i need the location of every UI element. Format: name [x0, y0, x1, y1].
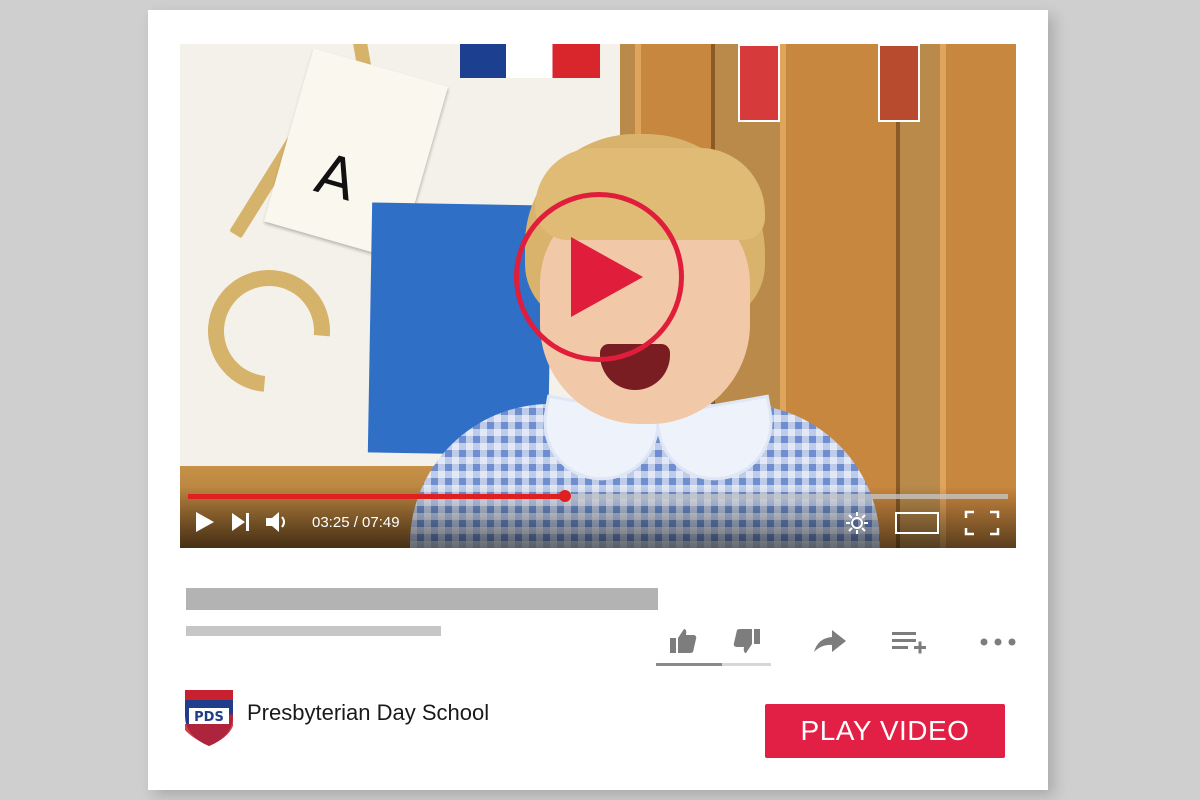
- player-controls: 03:25 / 07:49: [180, 486, 1016, 548]
- cubby-panel: [940, 44, 1016, 548]
- settings-gear-icon[interactable]: [844, 510, 870, 536]
- more-dots-icon[interactable]: [978, 626, 1020, 656]
- cubby-photo: [738, 44, 780, 122]
- channel-name[interactable]: Presbyterian Day School: [247, 700, 489, 726]
- video-title-placeholder: [186, 588, 658, 610]
- progress-bar[interactable]: [188, 490, 1008, 502]
- play-video-button[interactable]: PLAY VIDEO: [765, 704, 1005, 758]
- time-display: 03:25 / 07:49: [312, 514, 400, 531]
- like-ratio-fill: [656, 663, 722, 666]
- pds-logo[interactable]: PDS: [182, 686, 236, 748]
- theater-mode-icon[interactable]: [894, 510, 940, 536]
- letter-card-text: A: [308, 141, 364, 215]
- video-subtitle-placeholder: [186, 626, 441, 636]
- playlist-add-icon[interactable]: [890, 626, 930, 656]
- share-arrow-icon[interactable]: [812, 626, 848, 656]
- flag-decoration: [460, 44, 600, 78]
- play-icon[interactable]: [194, 510, 216, 534]
- video-card: A 03:25 / 07:49 PDS Presbyterian Day Sch…: [148, 10, 1048, 790]
- pds-logo-text: PDS: [194, 710, 224, 725]
- progress-fill: [188, 494, 566, 499]
- volume-icon[interactable]: [264, 510, 290, 534]
- thumbs-up-icon[interactable]: [668, 626, 698, 656]
- fullscreen-icon[interactable]: [964, 510, 1000, 536]
- thumbs-down-icon[interactable]: [732, 626, 762, 656]
- cubby-photo: [878, 44, 920, 122]
- video-player[interactable]: A 03:25 / 07:49: [180, 44, 1016, 548]
- next-icon[interactable]: [230, 510, 252, 534]
- play-circle-icon[interactable]: [514, 192, 684, 362]
- play-triangle-icon: [571, 237, 643, 317]
- like-ratio-bar: [656, 663, 771, 666]
- progress-scrubber[interactable]: [559, 490, 572, 502]
